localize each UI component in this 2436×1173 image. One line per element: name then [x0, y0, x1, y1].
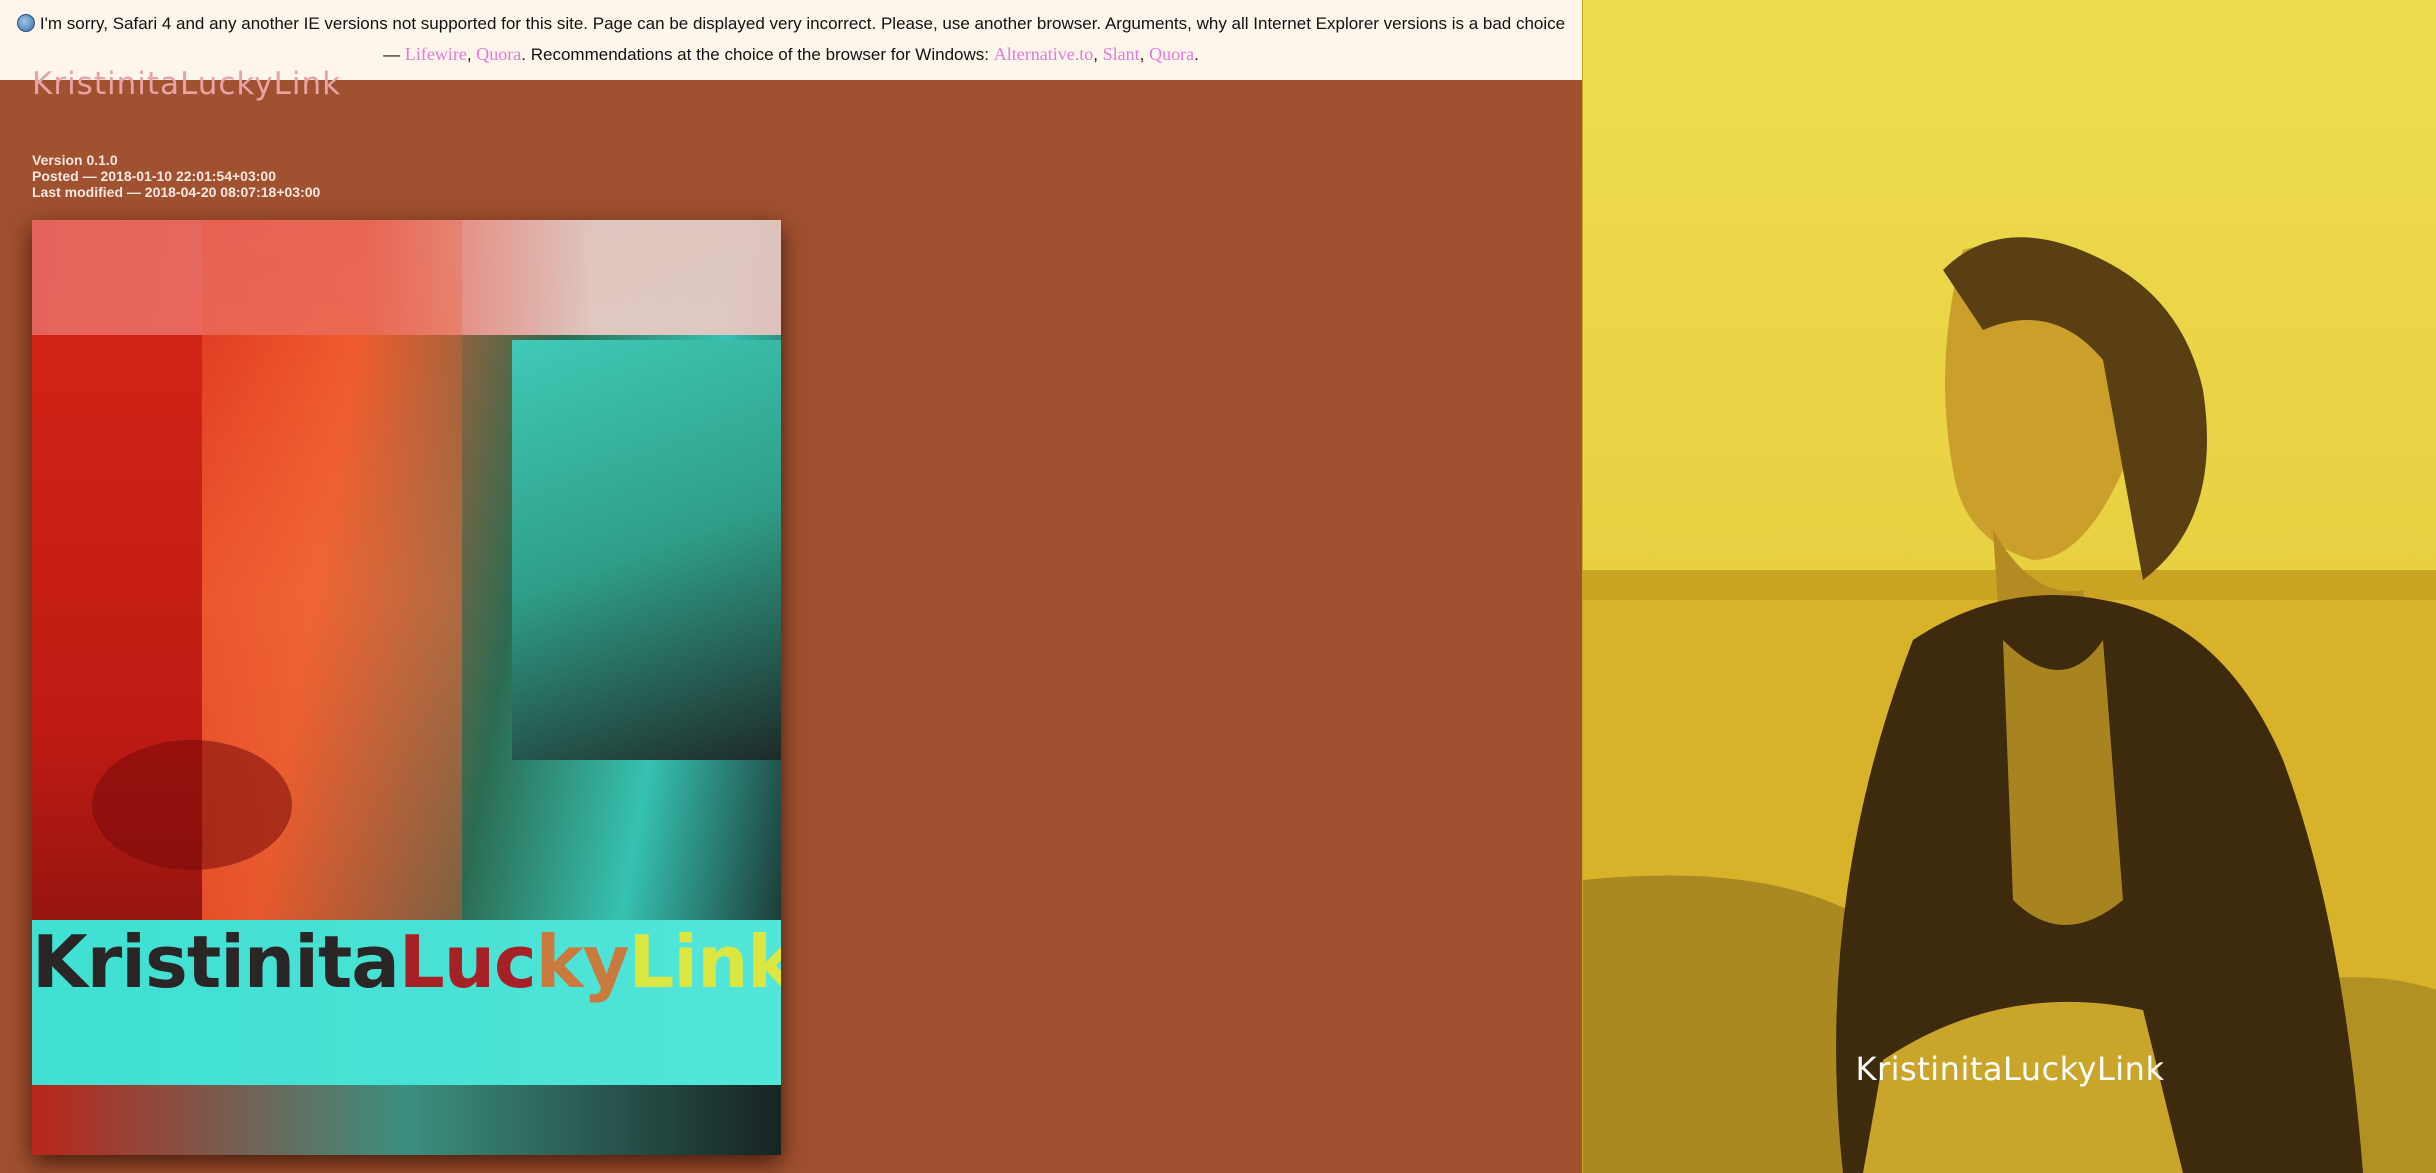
banner-end: .: [1194, 45, 1199, 64]
banner-separator: ,: [466, 45, 477, 64]
cover-logo-part: Kristinita: [32, 920, 400, 1004]
modified-date: Last modified — 2018-04-20 08:07:18+03:0…: [32, 184, 321, 200]
banner-separator: ,: [1093, 45, 1103, 64]
globe-icon: [16, 14, 35, 32]
cover-image: KristinitaLuckyLink: [32, 220, 781, 1155]
link-quora-2[interactable]: Quora: [1149, 44, 1194, 64]
cover-logo-part: Link: [628, 920, 781, 1004]
cover-logo-part: ky: [535, 920, 630, 1004]
link-quora[interactable]: Quora: [476, 44, 521, 64]
portrait-illustration: [1583, 237, 2436, 1173]
cover-logo-text: KristinitaLuckyLink: [32, 920, 781, 1004]
version-text: Version 0.1.0: [32, 152, 118, 168]
hero-photo-panel: KristinitaLuckyLink: [1582, 0, 2436, 1173]
panel-caption: KristinitaLuckyLink: [1855, 1050, 2165, 1088]
link-slant[interactable]: Slant: [1103, 44, 1140, 64]
post-meta: Version 0.1.0 Posted — 2018-01-10 22:01:…: [32, 152, 320, 200]
cover-logo-part: Luc: [398, 920, 537, 1004]
banner-recommend-text: . Recommendations at the choice of the b…: [521, 45, 994, 64]
link-alternativeto[interactable]: Alternative.to: [994, 44, 1093, 64]
banner-separator: ,: [1139, 45, 1150, 64]
site-title[interactable]: KristinitaLuckyLink: [32, 66, 341, 102]
posted-date: Posted — 2018-01-10 22:01:54+03:00: [32, 168, 276, 184]
link-lifewire[interactable]: Lifewire: [405, 44, 467, 64]
